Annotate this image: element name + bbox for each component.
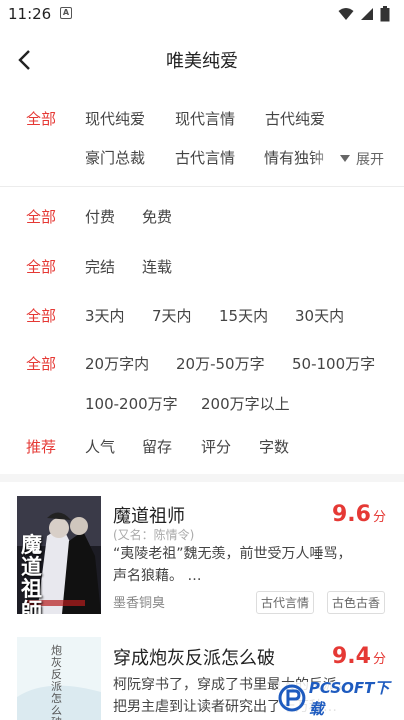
nav-bar: 唯美纯爱: [0, 30, 404, 86]
category-option[interactable]: 现代纯爱: [85, 108, 145, 129]
notification-a-icon: A: [60, 7, 72, 19]
fee-option[interactable]: 付费: [85, 206, 115, 227]
divider: [0, 186, 404, 187]
book-desc-line: “夷陵老祖”魏无羡，前世受万人唾骂，: [113, 546, 352, 562]
battery-icon: [380, 6, 390, 22]
wordcount-option[interactable]: 20万-50万字: [176, 353, 265, 374]
category-option[interactable]: 现代言情: [175, 108, 235, 129]
book-cover: 炮灰反派怎么破: [17, 637, 101, 720]
sort-recommend[interactable]: 推荐: [26, 436, 56, 457]
score-value: 9.4: [332, 644, 371, 669]
pcsoft-logo-icon: [278, 684, 306, 712]
book-alias: (又名：陈情令): [113, 528, 195, 542]
category-option[interactable]: 古代言情: [175, 147, 235, 168]
score-value: 9.6: [332, 502, 371, 527]
expand-button[interactable]: 展开: [340, 149, 384, 169]
sort-option[interactable]: 评分: [201, 436, 231, 457]
cell-signal-icon: [361, 8, 373, 20]
update-option[interactable]: 30天内: [295, 305, 344, 326]
category-option[interactable]: 豪门总裁: [85, 147, 145, 168]
cover-title-text: 炮灰反派怎么破: [51, 644, 62, 720]
status-bar: 11:26 A: [0, 0, 404, 28]
score-unit: 分: [372, 652, 386, 667]
wordcount-option[interactable]: 200万字以上: [201, 393, 290, 414]
status-time: 11:26: [8, 5, 52, 23]
fade-overlay: [310, 144, 340, 170]
book-title: 魔道祖师: [113, 506, 185, 527]
fee-option[interactable]: 免费: [142, 206, 172, 227]
sort-option[interactable]: 人气: [85, 436, 115, 457]
book-score: 9.6 分: [332, 502, 386, 527]
cover-title-text: 魔道祖師: [21, 533, 42, 614]
book-score: 9.4 分: [332, 644, 386, 669]
sort-option[interactable]: 留存: [142, 436, 172, 457]
page-title: 唯美纯爱: [166, 51, 238, 72]
watermark-text: PCSOFT下载: [308, 679, 390, 718]
status-icons: [338, 6, 390, 22]
update-option[interactable]: 3天内: [85, 305, 125, 326]
status-option[interactable]: 连载: [142, 256, 172, 277]
category-all[interactable]: 全部: [26, 108, 56, 129]
watermark-logo: PCSOFT下载: [278, 679, 404, 718]
book-tag[interactable]: 古代言情: [256, 591, 315, 614]
fee-all[interactable]: 全部: [26, 206, 56, 227]
update-option[interactable]: 15天内: [219, 305, 268, 326]
status-all[interactable]: 全部: [26, 256, 56, 277]
category-option[interactable]: 古代纯爱: [265, 108, 325, 129]
book-cover: 魔道祖師: [17, 496, 101, 614]
wifi-icon: [338, 8, 354, 20]
caret-down-icon: [340, 155, 350, 162]
book-desc-line: 声名狼藉。 …: [113, 568, 202, 584]
score-unit: 分: [372, 510, 386, 525]
book-author: 墨香铜臭: [113, 596, 166, 611]
book-item[interactable]: 魔道祖師 魔道祖师 (又名：陈情令) “夷陵老祖”魏无羡，前世受万人唾骂， 声名…: [0, 496, 404, 620]
sort-option[interactable]: 字数: [259, 436, 289, 457]
section-divider: [0, 474, 404, 482]
wordcount-option[interactable]: 100-200万字: [85, 393, 178, 414]
status-option[interactable]: 完结: [85, 256, 115, 277]
book-tag[interactable]: 古色古香: [327, 591, 386, 614]
wordcount-option[interactable]: 20万字内: [85, 353, 149, 374]
update-all[interactable]: 全部: [26, 305, 56, 326]
wordcount-all[interactable]: 全部: [26, 353, 56, 374]
expand-label: 展开: [356, 152, 384, 168]
update-option[interactable]: 7天内: [152, 305, 192, 326]
wordcount-option[interactable]: 50-100万字: [292, 353, 375, 374]
book-title: 穿成炮灰反派怎么破: [113, 648, 275, 669]
